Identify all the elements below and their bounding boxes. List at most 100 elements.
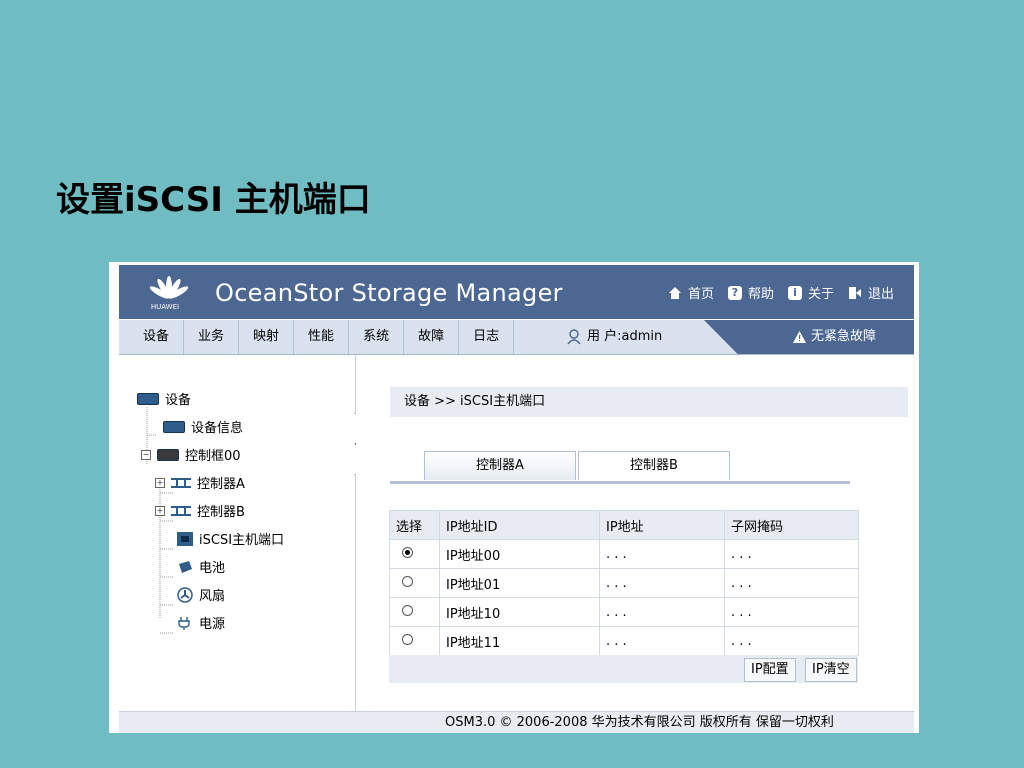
tree-node-battery[interactable]: 电池 — [177, 557, 225, 576]
user-icon — [567, 329, 581, 345]
col-ip-address: IP地址 — [599, 510, 725, 540]
help-icon: ? — [727, 285, 742, 300]
row-radio[interactable] — [402, 604, 413, 616]
exit-link[interactable]: 退出 — [848, 283, 894, 302]
tab-controller-b[interactable]: 控制器B — [578, 451, 730, 480]
col-subnet-mask: 子网掩码 — [724, 510, 859, 540]
ip-address-cell: . . . — [599, 597, 725, 627]
alarm-status[interactable]: 无紧急故障 — [792, 320, 876, 354]
collapse-icon[interactable]: − — [141, 449, 151, 460]
subnet-mask-cell: . . . — [724, 597, 859, 627]
breadcrumb: 设备 >> iSCSI主机端口 — [390, 387, 908, 417]
subnet-mask-cell: . . . — [724, 568, 859, 598]
col-ip-id: IP地址ID — [439, 510, 600, 540]
slide-title: 设置iSCSI 主机端口 — [56, 180, 371, 220]
about-label: 关于 — [807, 287, 834, 302]
tree-label: iSCSI主机端口 — [199, 533, 285, 548]
app-window: HUAWEI OceanStor Storage Manager 首页 ? 帮助… — [119, 265, 914, 733]
home-label: 首页 — [687, 287, 714, 302]
sidebar-tree: 设备 设备信息 − 控制框00 + 控制器A + 控制器B iSCSI主机端口 … — [119, 355, 356, 711]
info-icon: i — [787, 285, 802, 300]
tree-label: 电池 — [199, 561, 226, 576]
select-cell — [389, 626, 440, 656]
app-header: HUAWEI OceanStor Storage Manager 首页 ? 帮助… — [119, 265, 914, 319]
subnet-mask-cell: . . . — [724, 626, 859, 656]
row-radio[interactable] — [402, 575, 413, 587]
warning-icon — [792, 331, 806, 343]
table-button-row: IP配置 IP清空 — [389, 655, 858, 683]
tree-label: 控制器A — [197, 477, 245, 492]
select-cell — [389, 568, 440, 598]
tree-node-device[interactable]: 设备 — [137, 389, 191, 408]
storage-device-icon — [137, 392, 159, 405]
menu-items: 设备 业务 映射 性能 系统 故障 日志 — [129, 320, 515, 354]
table-row[interactable]: IP地址01 . . . . . . — [389, 568, 859, 598]
ip-address-cell: . . . — [599, 539, 725, 569]
expand-icon[interactable]: + — [155, 505, 165, 516]
menu-device[interactable]: 设备 — [129, 320, 185, 354]
port-icon — [177, 531, 193, 546]
ip-address-cell: . . . — [599, 568, 725, 598]
ip-id-cell: IP地址01 — [439, 568, 600, 598]
table-row[interactable]: IP地址11 . . . . . . — [389, 626, 859, 656]
tree-node-device-info[interactable]: 设备信息 — [163, 417, 243, 436]
app-footer: OSM3.0 © 2006-2008 华为技术有限公司 版权所有 保留一切权利 — [119, 711, 914, 733]
ip-table: 选择 IP地址ID IP地址 子网掩码 IP地址00 . . . . . . I… — [389, 510, 859, 656]
tree-label: 控制器B — [197, 505, 245, 520]
menu-mapping[interactable]: 映射 — [239, 320, 295, 354]
menu-log[interactable]: 日志 — [459, 320, 515, 354]
ip-id-cell: IP地址11 — [439, 626, 600, 656]
ip-id-cell: IP地址10 — [439, 597, 600, 627]
tree-label: 设备信息 — [191, 421, 244, 436]
power-plug-icon — [178, 616, 190, 630]
main-panel: 设备 >> iSCSI主机端口 控制器A 控制器B 选择 IP地址ID IP地址… — [356, 355, 914, 711]
app-title: OceanStor Storage Manager — [215, 279, 563, 307]
tree-node-enclosure[interactable]: − 控制框00 — [141, 445, 241, 464]
select-cell — [389, 597, 440, 627]
tree-node-controller-b[interactable]: + 控制器B — [155, 501, 245, 520]
controller-icon — [171, 505, 191, 516]
header-links: 首页 ? 帮助 i 关于 退出 — [668, 283, 894, 302]
tree-label: 控制框00 — [185, 449, 241, 464]
fan-icon — [177, 586, 193, 603]
tree-node-controller-a[interactable]: + 控制器A — [155, 473, 245, 492]
menu-system[interactable]: 系统 — [349, 320, 405, 354]
ip-id-cell: IP地址00 — [439, 539, 600, 569]
help-label: 帮助 — [747, 287, 774, 302]
exit-icon — [848, 286, 861, 299]
menu-fault[interactable]: 故障 — [404, 320, 460, 354]
col-select: 选择 — [389, 510, 440, 540]
app-screenshot: HUAWEI OceanStor Storage Manager 首页 ? 帮助… — [109, 262, 919, 733]
select-cell — [389, 539, 440, 569]
menubar: 设备 业务 映射 性能 系统 故障 日志 用 户:admin 无紧急故障 — [119, 320, 914, 355]
table-row[interactable]: IP地址00 . . . . . . — [389, 539, 859, 569]
tab-controller-a[interactable]: 控制器A — [424, 451, 576, 480]
menu-performance[interactable]: 性能 — [294, 320, 350, 354]
logo-text: HUAWEI — [150, 303, 180, 311]
tree-node-iscsi-port[interactable]: iSCSI主机端口 — [177, 529, 284, 548]
tree-label: 设备 — [165, 393, 192, 408]
ip-config-button[interactable]: IP配置 — [744, 658, 796, 682]
storage-device-icon — [163, 420, 185, 433]
help-link[interactable]: ? 帮助 — [727, 283, 774, 302]
alarm-label: 无紧急故障 — [810, 329, 876, 344]
user-label: 用 户:admin — [587, 329, 663, 344]
ip-clear-button[interactable]: IP清空 — [805, 658, 857, 682]
row-radio[interactable] — [402, 546, 413, 558]
tree-label: 风扇 — [199, 589, 226, 604]
tree-node-fan[interactable]: 风扇 — [177, 585, 225, 604]
exit-label: 退出 — [867, 287, 894, 302]
expand-icon[interactable]: + — [155, 477, 165, 488]
tree-node-power[interactable]: 电源 — [177, 613, 225, 632]
tree-label: 电源 — [199, 617, 226, 632]
table-row[interactable]: IP地址10 . . . . . . — [389, 597, 859, 627]
subnet-mask-cell: . . . — [724, 539, 859, 569]
about-link[interactable]: i 关于 — [787, 283, 834, 302]
copyright-text: OSM3.0 © 2006-2008 华为技术有限公司 版权所有 保留一切权利 — [445, 715, 834, 730]
home-link[interactable]: 首页 — [668, 283, 714, 302]
home-icon — [668, 286, 681, 299]
menu-service[interactable]: 业务 — [184, 320, 240, 354]
ip-address-cell: . . . — [599, 626, 725, 656]
battery-icon — [179, 560, 192, 573]
row-radio[interactable] — [402, 633, 413, 645]
